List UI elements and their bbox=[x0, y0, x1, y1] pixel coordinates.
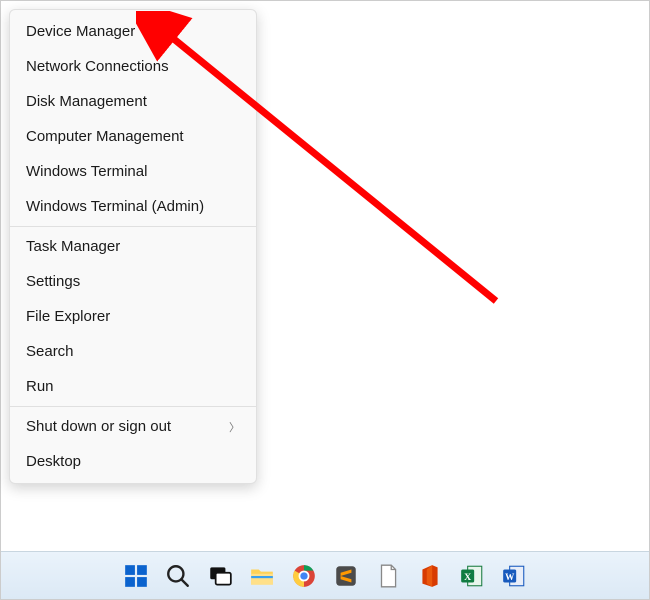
menu-item-label: Task Manager bbox=[26, 238, 120, 255]
menu-item-label: Network Connections bbox=[26, 58, 169, 75]
menu-item-disk-management[interactable]: Disk Management bbox=[10, 84, 256, 119]
menu-separator bbox=[10, 226, 256, 227]
folder-icon bbox=[249, 563, 275, 589]
taskbar-word[interactable]: W bbox=[499, 561, 529, 591]
excel-icon: X bbox=[459, 563, 485, 589]
start-button[interactable] bbox=[121, 561, 151, 591]
menu-item-label: Desktop bbox=[26, 453, 81, 470]
chevron-right-icon: 〉 bbox=[229, 419, 240, 435]
taskbar-excel[interactable]: X bbox=[457, 561, 487, 591]
menu-item-computer-management[interactable]: Computer Management bbox=[10, 119, 256, 154]
svg-text:W: W bbox=[505, 571, 515, 581]
menu-item-label: Disk Management bbox=[26, 93, 147, 110]
taskbar-search[interactable] bbox=[163, 561, 193, 591]
menu-item-label: Settings bbox=[26, 273, 80, 290]
menu-item-run[interactable]: Run bbox=[10, 369, 256, 404]
task-view-icon bbox=[207, 563, 233, 589]
menu-item-label: Shut down or sign out bbox=[26, 418, 171, 435]
menu-item-device-manager[interactable]: Device Manager bbox=[10, 14, 256, 49]
menu-item-label: Search bbox=[26, 343, 74, 360]
search-icon bbox=[165, 563, 191, 589]
menu-item-label: Windows Terminal bbox=[26, 163, 147, 180]
sublime-icon bbox=[333, 563, 359, 589]
menu-item-network-connections[interactable]: Network Connections bbox=[10, 49, 256, 84]
windows-logo-icon bbox=[123, 563, 149, 589]
taskbar-notepad[interactable] bbox=[373, 561, 403, 591]
winx-context-menu: Device Manager Network Connections Disk … bbox=[9, 9, 257, 484]
svg-text:X: X bbox=[464, 571, 471, 582]
taskbar-file-explorer[interactable] bbox=[247, 561, 277, 591]
menu-item-task-manager[interactable]: Task Manager bbox=[10, 229, 256, 264]
menu-item-desktop[interactable]: Desktop bbox=[10, 444, 256, 479]
taskbar-task-view[interactable] bbox=[205, 561, 235, 591]
document-icon bbox=[375, 563, 401, 589]
menu-item-label: Windows Terminal (Admin) bbox=[26, 198, 204, 215]
taskbar-chrome[interactable] bbox=[289, 561, 319, 591]
menu-item-file-explorer[interactable]: File Explorer bbox=[10, 299, 256, 334]
word-icon: W bbox=[501, 563, 527, 589]
menu-item-windows-terminal[interactable]: Windows Terminal bbox=[10, 154, 256, 189]
menu-item-search[interactable]: Search bbox=[10, 334, 256, 369]
menu-item-settings[interactable]: Settings bbox=[10, 264, 256, 299]
menu-item-shut-down-or-sign-out[interactable]: Shut down or sign out 〉 bbox=[10, 409, 256, 444]
office-icon bbox=[417, 563, 443, 589]
menu-item-windows-terminal-admin[interactable]: Windows Terminal (Admin) bbox=[10, 189, 256, 224]
chrome-icon bbox=[291, 563, 317, 589]
menu-item-label: Device Manager bbox=[26, 23, 135, 40]
menu-item-label: File Explorer bbox=[26, 308, 110, 325]
menu-item-label: Computer Management bbox=[26, 128, 184, 145]
menu-item-label: Run bbox=[26, 378, 54, 395]
menu-separator bbox=[10, 406, 256, 407]
taskbar: X W bbox=[1, 551, 649, 599]
taskbar-sublime[interactable] bbox=[331, 561, 361, 591]
taskbar-office[interactable] bbox=[415, 561, 445, 591]
